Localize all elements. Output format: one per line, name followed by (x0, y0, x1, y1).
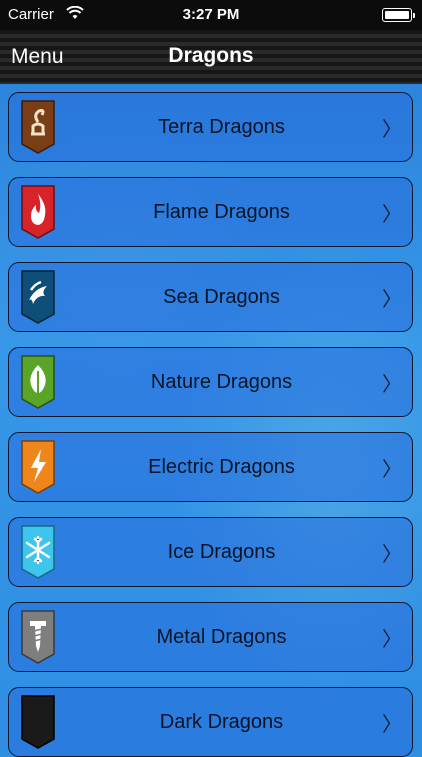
row-nature-dragons[interactable]: Nature Dragons 〉 (8, 347, 413, 417)
snowflake-icon (21, 525, 55, 579)
chevron-right-icon: 〉 (382, 203, 402, 226)
row-label: Ice Dragons (167, 540, 276, 563)
chevron-right-icon: 〉 (382, 713, 402, 736)
battery-icon (382, 8, 415, 22)
row-dark-dragons[interactable]: Dark Dragons 〉 (8, 687, 413, 757)
row-label: Sea Dragons (163, 285, 280, 308)
chevron-right-icon: 〉 (382, 543, 402, 566)
row-label: Electric Dragons (148, 455, 295, 478)
chevron-right-icon: 〉 (382, 458, 402, 481)
row-label: Nature Dragons (150, 370, 293, 393)
row-terra-dragons[interactable]: Terra Dragons 〉 (8, 92, 413, 162)
row-electric-dragons[interactable]: Electric Dragons 〉 (8, 432, 413, 502)
row-flame-dragons[interactable]: Flame Dragons 〉 (8, 177, 413, 247)
chevron-right-icon: 〉 (382, 373, 402, 396)
flame-icon (21, 185, 55, 239)
row-label: Terra Dragons (158, 115, 285, 138)
status-bar: Carrier 3:27 PM (0, 0, 422, 30)
chevron-right-icon: 〉 (382, 288, 402, 311)
terra-icon (21, 100, 55, 154)
page-title: Dragons (168, 44, 254, 67)
chevron-right-icon: 〉 (382, 118, 402, 141)
navigation-bar: Menu Dragons (0, 30, 422, 84)
row-metal-dragons[interactable]: Metal Dragons 〉 (8, 602, 413, 672)
moon-icon (21, 695, 55, 749)
row-label: Flame Dragons (153, 200, 290, 223)
row-sea-dragons[interactable]: Sea Dragons 〉 (8, 262, 413, 332)
row-ice-dragons[interactable]: Ice Dragons 〉 (8, 517, 413, 587)
row-label: Dark Dragons (159, 710, 284, 733)
lightning-icon (21, 440, 55, 494)
chevron-right-icon: 〉 (382, 628, 402, 651)
row-label: Metal Dragons (156, 625, 287, 648)
leaf-icon (21, 355, 55, 409)
status-time: 3:27 PM (182, 6, 240, 23)
screw-icon (21, 610, 55, 664)
sea-icon (21, 270, 55, 324)
